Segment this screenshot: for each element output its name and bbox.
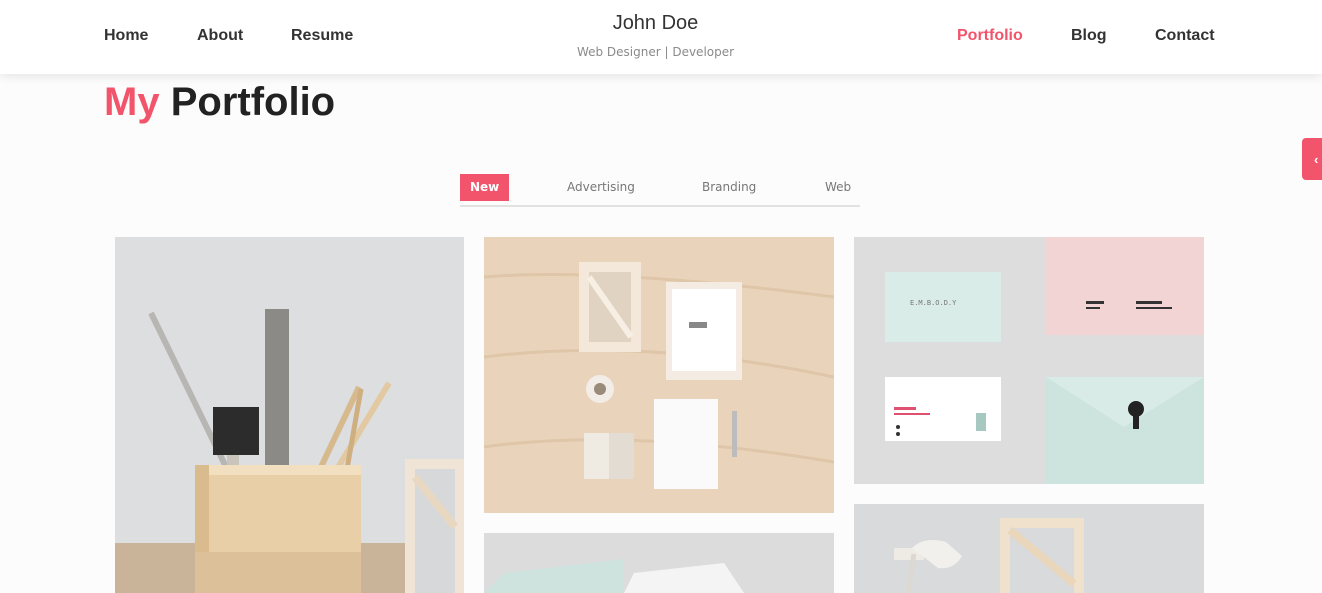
side-panel-toggle[interactable]: ‹ — [1302, 138, 1322, 180]
page-title: My Portfolio — [104, 80, 335, 125]
site-header: Home About Resume John Doe Web Designer … — [0, 0, 1322, 74]
page-title-accent: My — [104, 80, 160, 124]
filter-tab-advertising[interactable]: Advertising — [567, 174, 635, 201]
portfolio-filter-bar: New Advertising Branding Web — [460, 174, 860, 207]
desk-lamp-image — [854, 504, 1204, 593]
filter-tab-web[interactable]: Web — [825, 174, 851, 201]
nav-portfolio[interactable]: Portfolio — [957, 27, 1023, 45]
business-cards-image: E.M.B.O.D.Y — [854, 237, 1204, 484]
business-cards-photo[interactable]: E.M.B.O.D.Y — [854, 237, 1204, 484]
brand-name[interactable]: John Doe — [0, 12, 1311, 35]
mint-envelope-photo[interactable] — [484, 533, 834, 593]
page-title-rest: Portfolio — [170, 80, 336, 124]
pencil-holder-photo[interactable] — [115, 237, 464, 593]
filter-tab-branding[interactable]: Branding — [702, 174, 756, 201]
filter-tab-new[interactable]: New — [460, 174, 510, 201]
chevron-left-icon: ‹ — [1314, 151, 1319, 167]
nav-blog[interactable]: Blog — [1071, 27, 1107, 45]
nav-contact[interactable]: Contact — [1155, 27, 1215, 45]
stationery-flatlay-photo[interactable] — [484, 237, 834, 513]
stationery-flatlay-image — [484, 237, 834, 513]
svg-text:E.M.B.O.D.Y: E.M.B.O.D.Y — [910, 299, 957, 307]
desk-lamp-photo[interactable] — [854, 504, 1204, 593]
brand-tagline: Web Designer | Developer — [576, 45, 735, 59]
pencil-holder-image — [115, 237, 464, 593]
mint-envelope-image — [484, 533, 834, 593]
